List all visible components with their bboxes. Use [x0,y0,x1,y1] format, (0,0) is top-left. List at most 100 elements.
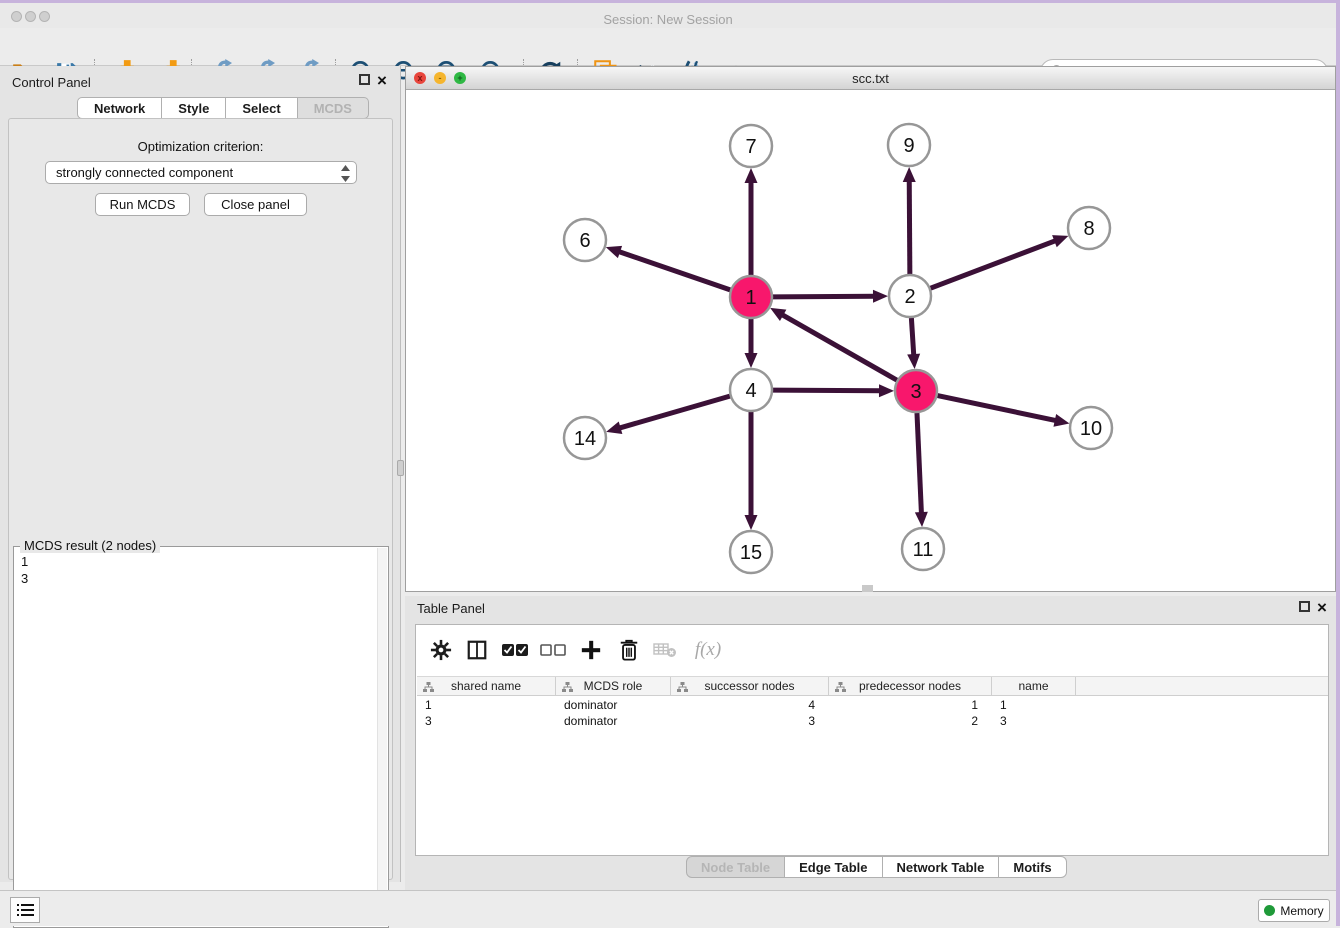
network-graph[interactable]: 1234678910111415 [406,90,1335,591]
edge-3-1[interactable] [781,314,897,380]
control-panel: Control Panel × NetworkStyleSelectMCDS O… [0,66,401,882]
graph-node-label-8: 8 [1083,218,1094,240]
column-header-shared-name[interactable]: shared name [417,677,556,695]
select-all-checkboxes-icon[interactable] [502,637,528,663]
split-columns-icon[interactable] [464,637,490,663]
column-label: predecessor nodes [859,679,961,693]
control-panel-title: Control Panel [12,74,91,92]
edge-arrowhead [745,168,758,183]
column-header-name[interactable]: name [992,677,1076,695]
edge-arrowhead [903,167,916,182]
delete-column-icon[interactable] [616,637,642,663]
criterion-value: strongly connected component [56,165,233,180]
network-window-titlebar[interactable]: x - + scc.txt [406,67,1335,90]
cell-shared-name[interactable]: 1 [417,697,556,713]
table-body: 1dominator4113dominator323 [417,697,1328,729]
graph-node-label-2: 2 [904,286,915,308]
edge-arrowhead [907,354,920,369]
tree-icon [423,682,434,692]
gear-icon[interactable] [428,637,454,663]
add-column-icon[interactable] [578,637,604,663]
edge-arrowhead [606,421,622,433]
graph-node-label-10: 10 [1080,418,1102,440]
edge-2-8[interactable] [931,240,1058,288]
column-header-MCDS-role[interactable]: MCDS role [556,677,671,695]
edge-3-10[interactable] [938,396,1058,421]
table-panel-title: Table Panel [417,600,485,618]
tree-icon [562,682,573,692]
tab-network[interactable]: Network [77,97,162,119]
close-panel-icon[interactable]: × [1317,602,1327,613]
column-label: successor nodes [704,679,794,693]
network-window: x - + scc.txt 1234678910111415 [405,66,1336,592]
column-header-successor-nodes[interactable]: successor nodes [671,677,829,695]
edge-arrowhead [1053,414,1069,427]
mcds-result-text[interactable]: 1 3 [21,553,28,587]
cell-successor-nodes[interactable]: 3 [671,713,829,729]
function-builder-icon: f(x) [688,637,728,663]
clear-checkboxes-icon[interactable] [540,637,566,663]
edge-arrowhead [915,512,928,527]
graph-node-label-9: 9 [903,135,914,157]
table-tabs: Node TableEdge TableNetwork TableMotifs [686,856,1067,878]
tab-mcds[interactable]: MCDS [298,97,369,119]
view-resize-handle[interactable] [862,585,873,592]
scrollbar[interactable] [377,548,387,920]
memory-status-icon [1264,905,1275,916]
table-row-0[interactable]: 1dominator411 [417,697,1328,713]
tab-node-table[interactable]: Node Table [686,856,785,878]
tree-icon [677,682,688,692]
close-panel-icon[interactable]: × [377,75,387,86]
cell-predecessor-nodes[interactable]: 2 [829,713,992,729]
tab-motifs[interactable]: Motifs [999,856,1066,878]
edge-3-11[interactable] [917,413,922,515]
edge-2-9[interactable] [909,179,910,274]
graph-node-label-1: 1 [745,287,756,309]
delete-table-icon [652,637,678,663]
graph-node-label-15: 15 [740,542,762,564]
edge-4-14[interactable] [618,396,730,428]
edge-arrowhead [745,515,758,530]
edge-4-3[interactable] [773,390,882,391]
cell-name[interactable]: 3 [992,713,1076,729]
column-label: name [1018,679,1048,693]
column-header-predecessor-nodes[interactable]: predecessor nodes [829,677,992,695]
graph-node-label-7: 7 [745,136,756,158]
cell-shared-name[interactable]: 3 [417,713,556,729]
graph-node-label-14: 14 [574,428,596,450]
control-panel-tabs: NetworkStyleSelectMCDS [77,97,369,119]
mcds-result-box: MCDS result (2 nodes) 1 3 [13,546,389,928]
close-panel-button[interactable]: Close panel [204,193,307,216]
window-title: Session: New Session [0,12,1336,27]
mcds-result-title: MCDS result (2 nodes) [20,538,160,553]
tab-select[interactable]: Select [226,97,297,119]
tree-icon [835,682,846,692]
tab-style[interactable]: Style [162,97,226,119]
memory-button[interactable]: Memory [1258,899,1330,922]
table-header: shared nameMCDS role successor nodes prede… [417,676,1328,696]
cell-name[interactable]: 1 [992,697,1076,713]
graph-node-label-3: 3 [910,381,921,403]
edge-2-3[interactable] [911,318,913,357]
tab-edge-table[interactable]: Edge Table [785,856,882,878]
table-row-1[interactable]: 3dominator323 [417,713,1328,729]
edge-1-2[interactable] [773,296,876,297]
run-mcds-button[interactable]: Run MCDS [95,193,190,216]
float-panel-icon[interactable] [359,74,370,85]
panel-divider-handle[interactable] [397,460,404,476]
tab-network-table[interactable]: Network Table [883,856,1000,878]
edge-arrowhead [879,384,894,397]
node-table: f(x) shared nameMCDS role successor nodes… [415,624,1329,856]
cell-MCDS-role[interactable]: dominator [556,713,671,729]
edge-arrowhead [1052,235,1068,247]
criterion-select[interactable]: strongly connected component [45,161,357,184]
list-icon [17,903,34,917]
mcds-panel: Optimization criterion: strongly connect… [8,118,393,880]
task-history-button[interactable] [10,897,40,923]
main-toolbar [0,28,1336,66]
cell-successor-nodes[interactable]: 4 [671,697,829,713]
float-panel-icon[interactable] [1299,601,1310,612]
cell-MCDS-role[interactable]: dominator [556,697,671,713]
edge-1-6[interactable] [617,251,730,290]
cell-predecessor-nodes[interactable]: 1 [829,697,992,713]
